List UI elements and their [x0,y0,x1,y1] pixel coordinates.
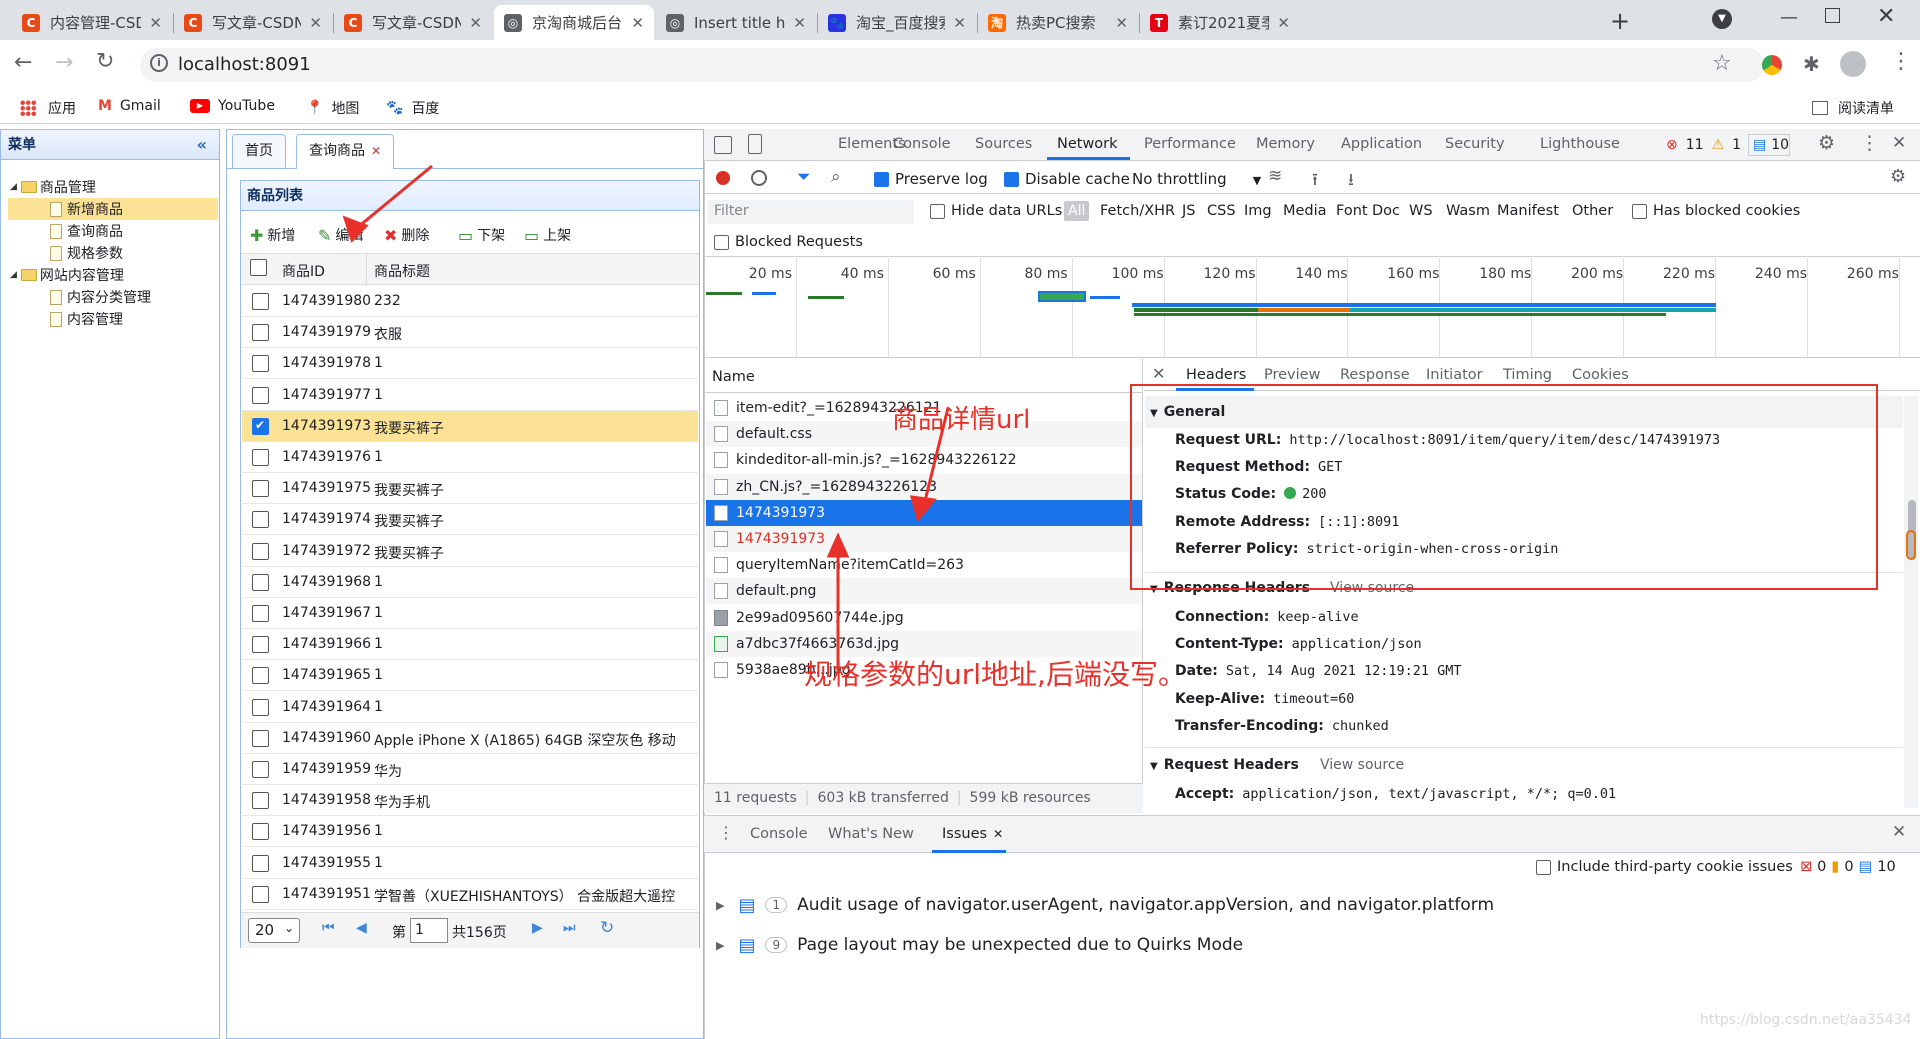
annotation-arrows [342,164,950,672]
arrow-to-edit [351,164,433,234]
watermark: https://blog.csdn.net/aa35434 [1700,1012,1912,1028]
arrowhead [909,495,937,523]
arrowhead [826,532,850,558]
arrow-to-request [922,407,950,506]
